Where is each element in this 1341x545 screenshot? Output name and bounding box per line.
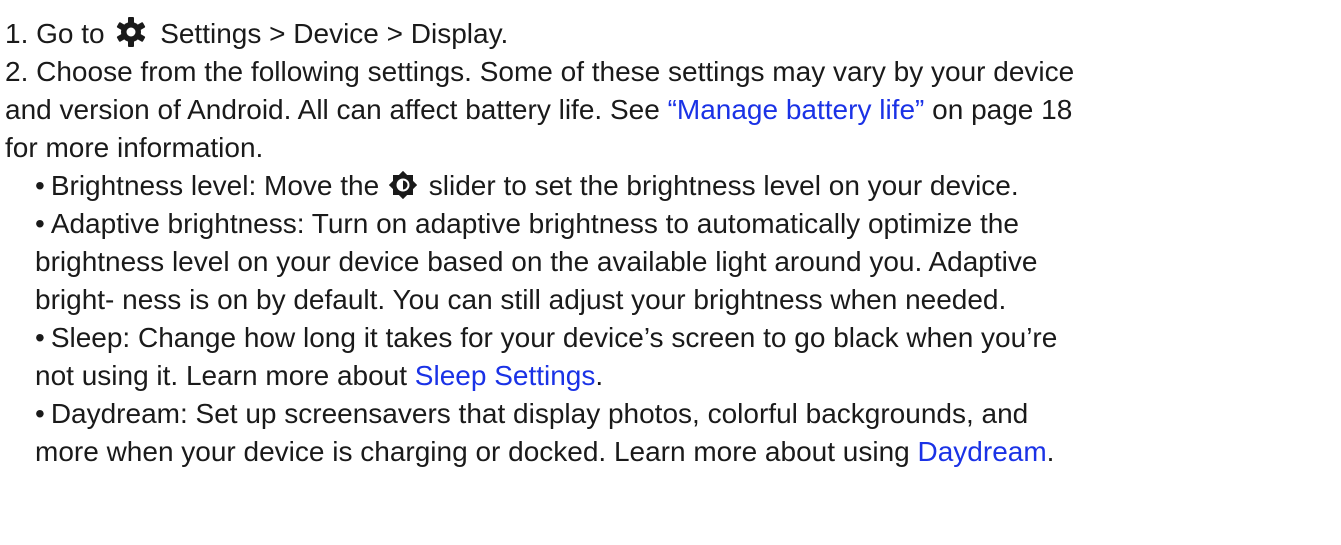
daydream-line-2: more when your device is charging or doc… <box>5 433 1339 471</box>
sleep-text: . <box>595 360 604 391</box>
step-2-text: and version of Android. All can affect b… <box>5 94 660 125</box>
step-2-number: 2. <box>5 56 29 87</box>
adaptive-brightness-text: bright- ness is on by default. You can s… <box>35 284 1007 315</box>
brightness-icon <box>388 171 417 199</box>
sleep-settings-link[interactable]: Sleep Settings <box>415 360 596 391</box>
bullet: • <box>35 322 45 353</box>
daydream-text: Daydream: Set up screensavers that displ… <box>50 398 1029 429</box>
step-1-path: Settings > Device > Display. <box>160 18 509 49</box>
sleep-item: • Sleep: Change how long it takes for you… <box>5 319 1339 357</box>
brightness-level-item: • Brightness level: Move the slider to se… <box>5 167 1339 205</box>
daydream-text: more when your device is charging or doc… <box>35 436 910 467</box>
brightness-level-text: Brightness level: Move the <box>50 170 380 201</box>
step-1-go-to: Go to <box>36 18 105 49</box>
manage-battery-life-link[interactable]: “Manage battery life” <box>668 94 925 125</box>
instructions-document: 1. Go to Settings > Device > Display. 2.… <box>5 0 1339 471</box>
step-2-text: on page 18 <box>932 94 1073 125</box>
step-2-text: Choose from the following settings. Some… <box>36 56 1075 87</box>
step-2-line-3: for more information. <box>5 129 1339 167</box>
daydream-link[interactable]: Daydream <box>918 436 1047 467</box>
step-1-number: 1. <box>5 18 29 49</box>
step-2-text: for more information. <box>5 132 264 163</box>
brightness-level-text: slider to set the brightness level on yo… <box>428 170 1019 201</box>
adaptive-brightness-line-2: brightness level on your device based on… <box>5 243 1339 281</box>
bullet: • <box>35 398 45 429</box>
bullet: • <box>35 208 45 239</box>
sleep-line-2: not using it. Learn more about Sleep Set… <box>5 357 1339 395</box>
sleep-text: not using it. Learn more about <box>35 360 408 391</box>
bullet: • <box>35 170 45 201</box>
settings-gear-icon <box>114 17 148 47</box>
step-2-line-2: and version of Android. All can affect b… <box>5 91 1339 129</box>
step-1: 1. Go to Settings > Device > Display. <box>5 15 1339 53</box>
daydream-text: . <box>1046 436 1055 467</box>
adaptive-brightness-text: brightness level on your device based on… <box>35 246 1038 277</box>
step-2-line-1: 2. Choose from the following settings. S… <box>5 53 1339 91</box>
sleep-text: Sleep: Change how long it takes for your… <box>50 322 1058 353</box>
adaptive-brightness-item: • Adaptive brightness: Turn on adaptive b… <box>5 205 1339 243</box>
adaptive-brightness-text: Adaptive brightness: Turn on adaptive br… <box>50 208 1019 239</box>
daydream-item: • Daydream: Set up screensavers that disp… <box>5 395 1339 433</box>
adaptive-brightness-line-3: bright- ness is on by default. You can s… <box>5 281 1339 319</box>
